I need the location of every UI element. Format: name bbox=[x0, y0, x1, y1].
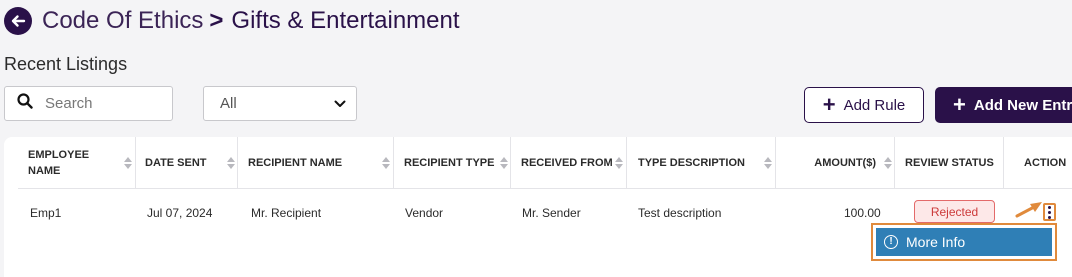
cell-type-description: Test description bbox=[638, 206, 722, 220]
add-new-entry-label: Add New Entry bbox=[973, 96, 1072, 114]
column-header-review-status: REVIEW STATUS bbox=[905, 157, 994, 169]
status-badge: Rejected bbox=[914, 200, 995, 223]
page-header: Code Of Ethics > Gifts & Entertainment bbox=[4, 6, 460, 36]
add-new-entry-button[interactable]: + Add New Entry bbox=[935, 87, 1072, 123]
plus-icon: + bbox=[953, 92, 966, 117]
back-arrow-icon[interactable] bbox=[4, 7, 32, 35]
sort-icon bbox=[884, 157, 892, 169]
filter-selected-value: All bbox=[220, 95, 237, 112]
cell-received-from: Mr. Sender bbox=[522, 206, 581, 220]
cell-recipient-name: Mr. Recipient bbox=[251, 206, 322, 220]
search-box[interactable] bbox=[4, 86, 173, 121]
breadcrumb-parent[interactable]: Code Of Ethics bbox=[42, 7, 203, 35]
cell-date-sent: Jul 07, 2024 bbox=[147, 206, 213, 220]
breadcrumb-separator: > bbox=[209, 7, 224, 34]
column-header-recipient-name[interactable]: RECIPIENT NAME bbox=[248, 137, 396, 189]
sort-icon bbox=[615, 157, 623, 169]
sort-icon bbox=[227, 157, 235, 169]
menu-item-label: More Info bbox=[906, 234, 966, 250]
page-title: Gifts & Entertainment bbox=[231, 7, 460, 34]
pointer-arrow-icon bbox=[1015, 202, 1042, 218]
column-header-date-sent[interactable]: DATE SENT bbox=[145, 137, 241, 189]
column-header-recipient-type[interactable]: RECIPIENT TYPE bbox=[404, 137, 514, 189]
search-icon bbox=[17, 93, 33, 114]
sort-icon bbox=[500, 157, 508, 169]
plus-icon: + bbox=[822, 92, 836, 117]
column-header-received-from[interactable]: RECEIVED FROM bbox=[521, 137, 629, 189]
info-icon: ! bbox=[884, 235, 898, 249]
chevron-down-icon bbox=[334, 95, 346, 112]
sort-icon bbox=[124, 157, 132, 169]
cell-employee: Emp1 bbox=[30, 206, 62, 220]
cell-recipient-type: Vendor bbox=[405, 206, 444, 220]
column-header-amount[interactable]: AMOUNT($) bbox=[786, 137, 898, 189]
sort-icon bbox=[382, 157, 390, 169]
action-dropdown-menu: ! More Info bbox=[871, 223, 1057, 261]
sort-icon bbox=[764, 157, 772, 169]
add-rule-button[interactable]: + Add Rule bbox=[804, 87, 924, 123]
section-title: Recent Listings bbox=[4, 54, 128, 74]
table-header: EMPLOYEE NAME DATE SENT RECIPIENT NAME R… bbox=[18, 137, 1072, 189]
filter-select[interactable]: All bbox=[203, 86, 357, 121]
search-input[interactable] bbox=[45, 95, 165, 112]
add-rule-label: Add Rule bbox=[843, 96, 906, 114]
cell-amount: 100.00 bbox=[844, 206, 881, 220]
column-header-type-description[interactable]: TYPE DESCRIPTION bbox=[638, 137, 778, 189]
menu-item-more-info[interactable]: ! More Info bbox=[876, 228, 1052, 256]
column-header-employee[interactable]: EMPLOYEE NAME bbox=[28, 137, 138, 189]
column-header-action: ACTION bbox=[1024, 157, 1067, 169]
